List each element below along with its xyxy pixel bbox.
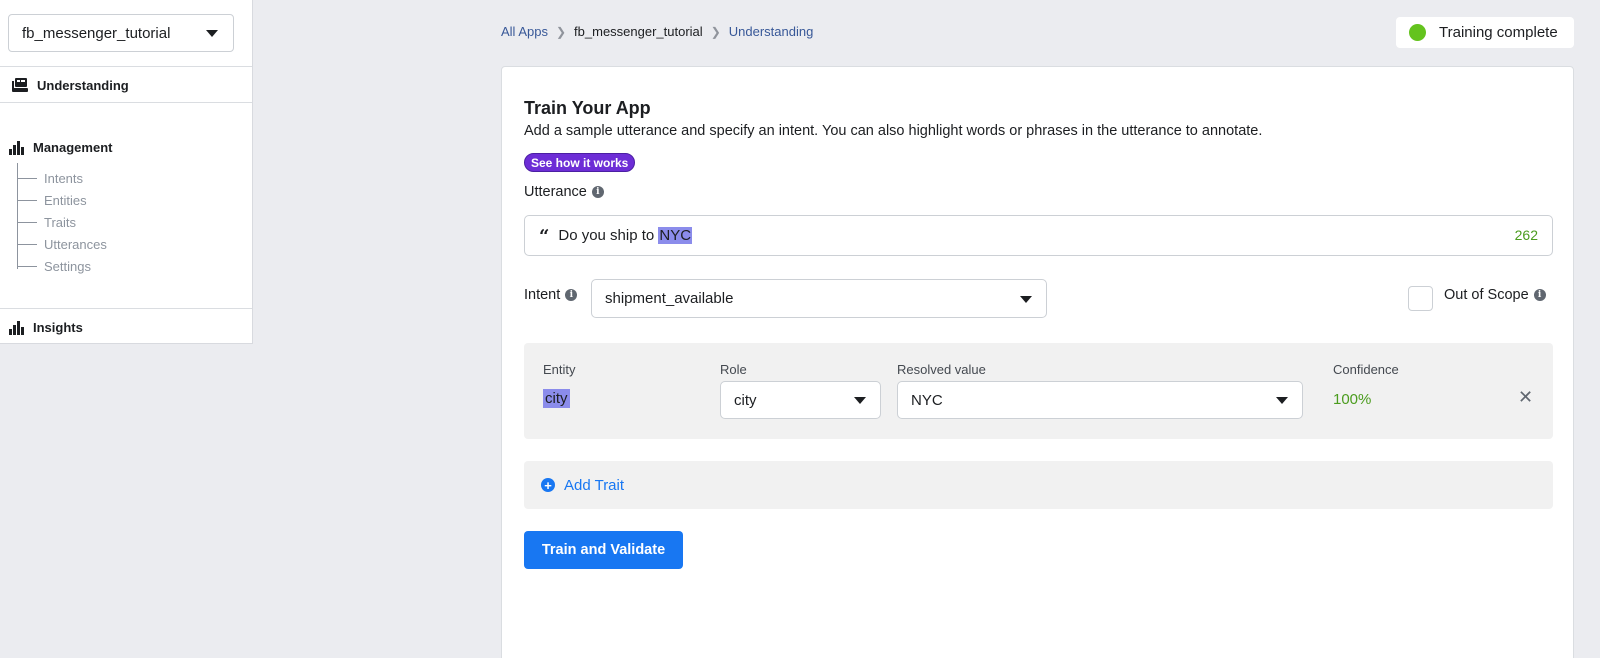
sidebar-item-label: Understanding — [37, 77, 129, 93]
info-icon[interactable]: i — [565, 289, 578, 301]
bar-chart-icon — [9, 139, 25, 155]
role-header: Role — [720, 362, 747, 377]
see-how-it-works-button[interactable]: See how it works — [524, 153, 636, 172]
resolved-value: NYC — [911, 391, 943, 409]
intent-label: Intent i — [524, 287, 578, 303]
plus-circle-icon: + — [541, 478, 555, 492]
info-icon[interactable]: i — [1533, 289, 1546, 301]
breadcrumb-all-apps[interactable]: All Apps — [501, 24, 548, 39]
sidebar-item-management[interactable]: Management — [9, 137, 261, 157]
app-select-value: fb_messenger_tutorial — [22, 24, 171, 42]
role-select[interactable]: city — [720, 381, 881, 419]
divider — [0, 308, 252, 309]
sidebar-item-insights[interactable]: Insights — [9, 317, 261, 337]
chevron-down-icon — [1020, 296, 1032, 303]
sidebar-item-label: Insights — [33, 319, 83, 335]
utterance-input[interactable]: “ Do you ship to NYC 262 — [524, 215, 1553, 256]
role-value: city — [734, 391, 757, 409]
utterance-text: Do you ship to NYC — [558, 227, 693, 244]
training-status-badge: Training complete — [1396, 17, 1574, 48]
status-label: Training complete — [1439, 24, 1558, 41]
info-icon[interactable]: i — [591, 186, 604, 198]
quote-icon: “ — [539, 225, 550, 247]
status-dot-icon — [1409, 24, 1426, 41]
remove-entity-close-icon[interactable]: ✕ — [1518, 387, 1533, 408]
breadcrumb-app[interactable]: fb_messenger_tutorial — [574, 24, 703, 39]
resolved-header: Resolved value — [897, 362, 986, 377]
entity-header: Entity — [543, 362, 576, 377]
entity-tag[interactable]: city — [543, 389, 570, 408]
char-count: 262 — [1514, 227, 1538, 243]
utterance-label: Utterance i — [524, 184, 604, 200]
confidence-value: 100% — [1333, 391, 1372, 408]
sidebar-item-entities[interactable]: Entities — [17, 193, 87, 208]
utterance-highlight[interactable]: NYC — [658, 227, 693, 244]
chevron-down-icon — [854, 397, 866, 404]
add-trait-button[interactable]: + Add Trait — [524, 461, 1553, 509]
sidebar-item-label: Management — [33, 139, 113, 155]
add-trait-label: Add Trait — [564, 476, 625, 494]
intent-value: shipment_available — [605, 290, 734, 307]
page-description: Add a sample utterance and specify an in… — [524, 123, 1263, 139]
page-title: Train Your App — [524, 98, 651, 118]
sidebar-item-utterances[interactable]: Utterances — [17, 237, 107, 252]
sidebar: fb_messenger_tutorial Understanding Mana… — [0, 0, 253, 344]
divider — [0, 66, 252, 67]
chevron-down-icon — [1276, 397, 1288, 404]
sidebar-item-intents[interactable]: Intents — [17, 171, 83, 186]
chevron-down-icon — [206, 30, 218, 37]
understanding-icon — [12, 77, 28, 93]
out-of-scope-label: Out of Scope i — [1444, 287, 1546, 303]
sidebar-item-understanding[interactable]: Understanding — [12, 75, 264, 95]
breadcrumb: All Apps ❯ fb_messenger_tutorial ❯ Under… — [501, 24, 813, 39]
train-and-validate-button[interactable]: Train and Validate — [524, 531, 683, 569]
chevron-right-icon: ❯ — [555, 24, 567, 39]
divider — [0, 102, 252, 103]
chevron-right-icon: ❯ — [710, 24, 721, 39]
sidebar-item-traits[interactable]: Traits — [17, 215, 76, 230]
out-of-scope-checkbox[interactable] — [1408, 286, 1433, 311]
intent-select[interactable]: shipment_available — [591, 279, 1047, 318]
breadcrumb-current[interactable]: Understanding — [729, 24, 814, 39]
bar-chart-icon — [9, 319, 25, 335]
entity-panel: Entity Role Resolved value Confidence ci… — [524, 343, 1553, 439]
app-select-dropdown[interactable]: fb_messenger_tutorial — [8, 14, 234, 52]
confidence-header: Confidence — [1333, 362, 1399, 377]
resolved-value-select[interactable]: NYC — [897, 381, 1303, 419]
sidebar-item-settings[interactable]: Settings — [17, 259, 91, 274]
train-app-card: Train Your App Add a sample utterance an… — [501, 66, 1574, 658]
